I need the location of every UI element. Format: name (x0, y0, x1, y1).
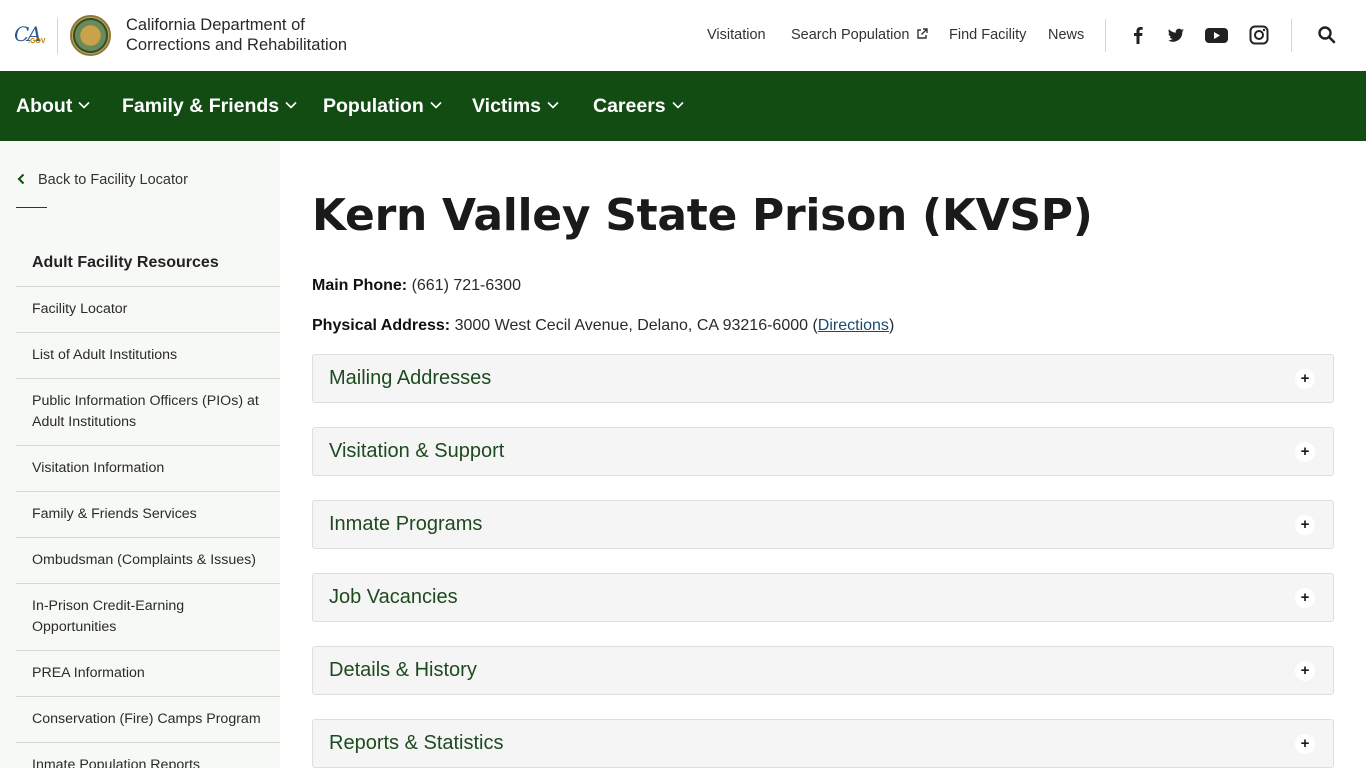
sidebar-item-label: PREA Information (32, 665, 145, 681)
nav-item-family-friends[interactable]: Family & Friends (122, 95, 297, 118)
address-label: Physical Address: (312, 317, 451, 334)
chevron-down-icon (547, 101, 559, 109)
accordion-visitation-support[interactable]: Visitation & Support + (312, 427, 1334, 476)
accordion-job-vacancies[interactable]: Job Vacancies + (312, 573, 1334, 622)
ca-logo-sub: .GOV (28, 38, 46, 45)
sidebar-item-ombudsman[interactable]: Ombudsman (Complaints & Issues) (16, 537, 280, 583)
plus-icon: + (1295, 515, 1315, 535)
nav-item-label: Population (323, 95, 424, 117)
accordion-label: Details & History (329, 659, 477, 681)
sidebar-item-family-friends-services[interactable]: Family & Friends Services (16, 491, 280, 537)
sidebar-item-label: In-Prison Credit-Earning Opportunities (32, 598, 185, 635)
plus-icon: + (1295, 734, 1315, 754)
utility-divider (1291, 19, 1292, 52)
utility-link-label: Search Population (791, 27, 910, 43)
plus-icon: + (1295, 369, 1315, 389)
accordion-reports-statistics[interactable]: Reports & Statistics + (312, 719, 1334, 768)
phone-label: Main Phone: (312, 277, 408, 294)
plus-icon: + (1295, 588, 1315, 608)
main-phone: Main Phone: (661) 721-6300 (312, 277, 521, 295)
sidebar-item-label: Facility Locator (32, 301, 128, 317)
chevron-left-icon (17, 173, 25, 185)
sidebar-item-label: Public Information Officers (PIOs) at Ad… (32, 393, 259, 430)
utility-link-visitation[interactable]: Visitation (707, 27, 766, 43)
org-name-line2: Corrections and Rehabilitation (126, 36, 348, 54)
sidebar-item-label: Family & Friends Services (32, 506, 197, 522)
utility-link-news[interactable]: News (1048, 27, 1084, 43)
org-name[interactable]: California Department of Corrections and… (126, 15, 347, 55)
sidebar-item-pios[interactable]: Public Information Officers (PIOs) at Ad… (16, 378, 280, 445)
nav-item-label: Victims (472, 95, 542, 117)
accordion-label: Visitation & Support (329, 440, 505, 462)
accordion-details-history[interactable]: Details & History + (312, 646, 1334, 695)
sidebar-item-list-of-adult-institutions[interactable]: List of Adult Institutions (16, 332, 280, 378)
nav-item-population[interactable]: Population (323, 95, 442, 118)
nav-item-label: Careers (593, 95, 666, 117)
external-link-icon (916, 28, 928, 39)
youtube-icon[interactable] (1204, 24, 1229, 46)
chevron-down-icon (430, 101, 442, 109)
nav-item-about[interactable]: About (16, 95, 90, 118)
sidebar-heading: Adult Facility Resources (32, 254, 219, 271)
phone-value: (661) 721-6300 (411, 277, 521, 294)
accordion-label: Inmate Programs (329, 513, 483, 535)
utility-header: CA .GOV California Department of Correct… (0, 0, 1366, 71)
accordion-label: Mailing Addresses (329, 367, 492, 389)
accordion-label: Job Vacancies (329, 586, 458, 608)
ca-gov-logo[interactable]: CA .GOV (14, 22, 46, 50)
cdcr-seal-logo[interactable] (70, 15, 111, 56)
search-icon[interactable] (1317, 25, 1337, 45)
plus-icon: + (1295, 661, 1315, 681)
sidebar-item-label: Conservation (Fire) Camps Program (32, 711, 261, 727)
twitter-icon[interactable] (1165, 24, 1187, 46)
nav-item-label: Family & Friends (122, 95, 280, 117)
sidebar-list: Facility Locator List of Adult Instituti… (16, 286, 280, 768)
accordion-inmate-programs[interactable]: Inmate Programs + (312, 500, 1334, 549)
sidebar-item-label: List of Adult Institutions (32, 347, 178, 363)
sidebar-item-visitation-information[interactable]: Visitation Information (16, 445, 280, 491)
logo-divider (57, 18, 58, 54)
nav-item-careers[interactable]: Careers (593, 95, 684, 118)
sidebar: Back to Facility Locator Adult Facility … (0, 141, 280, 768)
chevron-down-icon (672, 101, 684, 109)
org-name-line1: California Department of (126, 16, 305, 34)
sidebar-item-label: Ombudsman (Complaints & Issues) (32, 552, 256, 568)
instagram-icon[interactable] (1248, 24, 1270, 46)
back-to-facility-locator-link[interactable]: Back to Facility Locator (16, 172, 188, 188)
accordion-label: Reports & Statistics (329, 732, 504, 754)
main-nav: About Family & Friends Population Victim… (0, 71, 1366, 141)
accordion-mailing-addresses[interactable]: Mailing Addresses + (312, 354, 1334, 403)
utility-divider (1105, 19, 1106, 52)
physical-address: Physical Address: 3000 West Cecil Avenue… (312, 317, 894, 335)
back-link-underline (16, 207, 47, 208)
nav-item-label: About (16, 95, 73, 117)
nav-item-victims[interactable]: Victims (472, 95, 559, 118)
sidebar-item-label: Visitation Information (32, 460, 165, 476)
sidebar-item-facility-locator[interactable]: Facility Locator (16, 286, 280, 332)
sidebar-item-inmate-population-reports[interactable]: Inmate Population Reports (16, 742, 280, 768)
chevron-down-icon (78, 101, 90, 109)
directions-link[interactable]: Directions (818, 317, 889, 334)
utility-link-search-population[interactable]: Search Population (791, 27, 928, 43)
sidebar-item-conservation-camps[interactable]: Conservation (Fire) Camps Program (16, 696, 280, 742)
plus-icon: + (1295, 442, 1315, 462)
sidebar-item-credit-earning[interactable]: In-Prison Credit-Earning Opportunities (16, 583, 280, 650)
facebook-icon[interactable] (1127, 24, 1149, 46)
address-value: 3000 West Cecil Avenue, Delano, CA 93216… (454, 317, 818, 334)
sidebar-item-prea-information[interactable]: PREA Information (16, 650, 280, 696)
chevron-down-icon (285, 101, 297, 109)
utility-link-find-facility[interactable]: Find Facility (949, 27, 1026, 43)
address-close-paren: ) (888, 317, 895, 334)
sidebar-item-label: Inmate Population Reports (32, 757, 200, 768)
back-link-label: Back to Facility Locator (38, 172, 188, 188)
page-title: Kern Valley State Prison (KVSP) (312, 190, 1093, 241)
